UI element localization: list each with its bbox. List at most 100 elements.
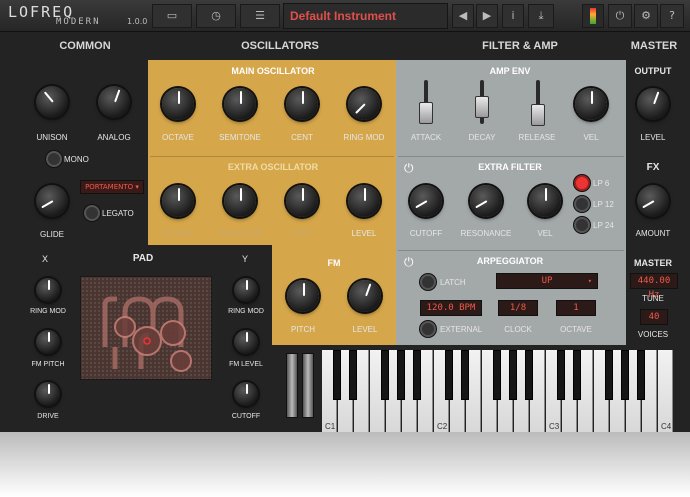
black-key[interactable]	[525, 350, 533, 400]
fx-amount-knob[interactable]	[637, 185, 669, 217]
lp6-button[interactable]	[574, 175, 590, 191]
extra-cent-label: CENT	[291, 229, 313, 238]
pitch-wheel[interactable]	[286, 353, 298, 418]
top-toolbar: LOFREQ MODERN 1.0.0 ▭ ◷ ☰ Default Instru…	[0, 0, 690, 32]
master-header: MASTER	[630, 40, 678, 52]
filter-vel-knob[interactable]	[529, 185, 561, 217]
portamento-select[interactable]: PORTAMENTO ▾	[80, 180, 144, 194]
arp-direction-select[interactable]: UP ▾	[496, 273, 598, 289]
arp-direction-value: UP	[541, 276, 553, 286]
preset-name[interactable]: Default Instrument	[283, 3, 448, 29]
pad-x-fmpitch-knob[interactable]	[36, 330, 60, 354]
lp24-button[interactable]	[574, 217, 590, 233]
help-button[interactable]: ?	[660, 4, 684, 28]
decay-fader[interactable]	[475, 96, 489, 118]
arp-divider	[398, 250, 624, 251]
black-key[interactable]	[573, 350, 581, 400]
black-key[interactable]	[509, 350, 517, 400]
pad-y-cutoff-knob[interactable]	[234, 382, 258, 406]
pad-x-drive-knob[interactable]	[36, 382, 60, 406]
xy-pad[interactable]	[80, 276, 212, 380]
extra-cent-knob[interactable]	[286, 185, 318, 217]
pad-y-fmlevel-knob[interactable]	[234, 330, 258, 354]
analog-knob[interactable]	[98, 86, 130, 118]
tune-display[interactable]: 440.00 Hz	[630, 273, 678, 300]
folder-button[interactable]: ▭	[152, 4, 192, 28]
amp-vel-label: VEL	[583, 133, 599, 142]
fm-pitch-knob[interactable]	[287, 280, 319, 312]
attack-fader[interactable]	[419, 102, 433, 124]
pad-y-label: Y	[241, 254, 248, 264]
extra-octave-knob[interactable]	[162, 185, 194, 217]
extra-semitone-knob[interactable]	[224, 185, 256, 217]
next-preset-button[interactable]: ▶	[476, 4, 498, 28]
fm-level-knob[interactable]	[349, 280, 381, 312]
release-label: RELEASE	[518, 133, 556, 142]
amp-env-title: AMP ENV	[489, 66, 531, 76]
filter-vel-label: VEL	[537, 229, 553, 238]
pad-x-ringmod-knob[interactable]	[36, 278, 60, 302]
octave-label-c2: C2	[437, 422, 448, 431]
power-button[interactable]: ⏻	[608, 4, 632, 28]
mono-toggle[interactable]	[46, 151, 62, 167]
black-key[interactable]	[333, 350, 341, 400]
ring-mod-label: RING MOD	[343, 133, 385, 142]
filter-power-button[interactable]: ⏻	[404, 161, 414, 176]
release-fader[interactable]	[531, 104, 545, 126]
black-key[interactable]	[605, 350, 613, 400]
latch-toggle[interactable]	[420, 274, 436, 290]
prev-preset-button[interactable]: ◀	[452, 4, 474, 28]
mod-wheel[interactable]	[302, 353, 314, 418]
sliders-button[interactable]: ☰	[240, 4, 280, 28]
black-key[interactable]	[557, 350, 565, 400]
prev-icon: ◀	[458, 9, 468, 22]
extra-level-knob[interactable]	[348, 185, 380, 217]
clock-display[interactable]: 1/8	[498, 300, 538, 316]
black-key[interactable]	[637, 350, 645, 400]
main-cent-knob[interactable]	[286, 88, 318, 120]
save-button[interactable]: ⤓	[528, 4, 554, 28]
app-logo-sub: MODERN	[56, 17, 101, 27]
black-key[interactable]	[621, 350, 629, 400]
cutoff-knob[interactable]	[410, 185, 442, 217]
amp-vel-knob[interactable]	[575, 88, 607, 120]
octave-display[interactable]: 1	[556, 300, 596, 316]
output-level-knob[interactable]	[637, 88, 669, 120]
pad-logo-graphic	[102, 296, 192, 372]
pad-x-fmpitch-label: FM PITCH	[31, 361, 65, 368]
pad-x-label: X	[41, 254, 48, 264]
resonance-knob[interactable]	[470, 185, 502, 217]
piano-keyboard[interactable]	[322, 350, 673, 432]
ring-mod-knob[interactable]	[348, 88, 380, 120]
save-icon: ⤓	[538, 9, 544, 22]
info-button[interactable]: i	[502, 4, 524, 28]
lp12-button[interactable]	[574, 196, 590, 212]
main-octave-knob[interactable]	[162, 88, 194, 120]
osc-divider	[150, 156, 394, 157]
history-button[interactable]: ◷	[196, 4, 236, 28]
black-key[interactable]	[381, 350, 389, 400]
legato-toggle[interactable]	[84, 205, 100, 221]
pad-y-ringmod-label: RING MOD	[228, 308, 264, 315]
main-semitone-knob[interactable]	[224, 88, 256, 120]
glide-knob[interactable]	[36, 185, 68, 217]
unison-knob[interactable]	[36, 86, 68, 118]
pad-y-ringmod-knob[interactable]	[234, 278, 258, 302]
external-toggle[interactable]	[420, 321, 436, 337]
black-key[interactable]	[413, 350, 421, 400]
resonance-label: RESONANCE	[460, 229, 512, 238]
settings-button[interactable]: ⚙	[634, 4, 658, 28]
black-key[interactable]	[445, 350, 453, 400]
arp-power-button[interactable]: ⏻	[404, 255, 414, 270]
black-key[interactable]	[397, 350, 405, 400]
black-key[interactable]	[461, 350, 469, 400]
bpm-display[interactable]: 120.0 BPM	[420, 300, 482, 316]
black-key[interactable]	[493, 350, 501, 400]
voices-display[interactable]: 40	[640, 309, 668, 325]
portamento-label: PORTAMENTO	[85, 183, 134, 191]
help-icon: ?	[669, 9, 675, 22]
clock-icon: ◷	[211, 9, 221, 22]
black-key[interactable]	[349, 350, 357, 400]
white-key[interactable]	[658, 350, 673, 432]
lp24-label: LP 24	[593, 221, 614, 230]
